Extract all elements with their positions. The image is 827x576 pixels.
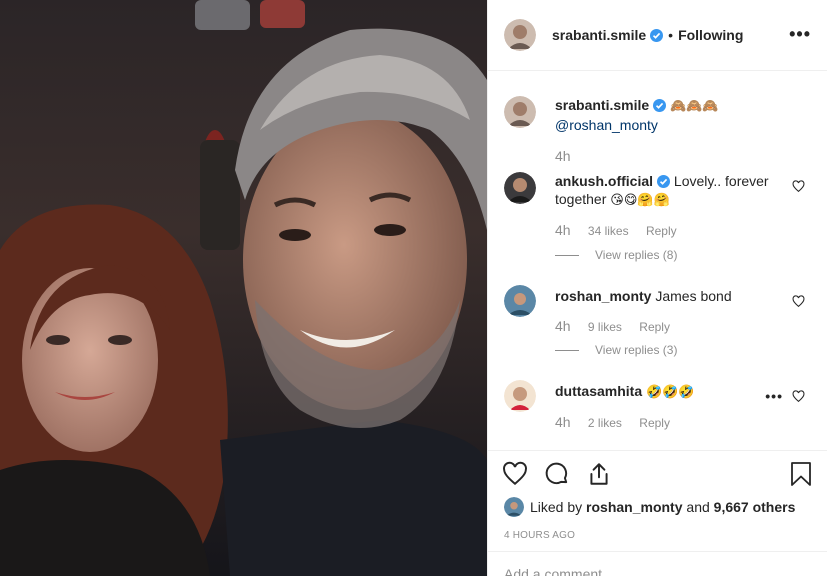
caption-avatar[interactable]	[504, 96, 536, 128]
liked-by-prefix: Liked by	[530, 499, 583, 515]
post-header: srabanti.smile • Following •••	[488, 0, 827, 71]
caption-username[interactable]: srabanti.smile	[555, 97, 649, 113]
view-replies-label: View replies (8)	[595, 248, 678, 262]
small-heart-icon[interactable]	[792, 295, 805, 308]
action-bar	[502, 461, 813, 489]
comment-meta: 4h 2 likes Reply	[555, 414, 684, 430]
post-detail-panel: srabanti.smile • Following ••• srabanti.…	[487, 0, 827, 576]
author-username[interactable]: srabanti.smile	[552, 27, 646, 43]
comment-meta: 4h 9 likes Reply	[555, 318, 684, 334]
comment-likes[interactable]: 34 likes	[588, 224, 629, 238]
view-replies-button[interactable]: View replies (3)	[555, 343, 677, 357]
comment-username[interactable]: duttasamhita	[555, 383, 642, 399]
liked-by-and: and	[686, 499, 710, 515]
view-replies-button[interactable]: View replies (8)	[555, 248, 677, 262]
comment-time[interactable]: 4h	[555, 318, 571, 334]
comment-likes[interactable]: 2 likes	[588, 416, 622, 430]
caption-text: srabanti.smile 🙈🙈🙈 @roshan_monty	[555, 96, 783, 134]
comment-time[interactable]: 4h	[555, 222, 571, 238]
comment-emojis: 🤣🤣🤣	[646, 385, 695, 400]
caption-emojis: 🙈🙈🙈	[670, 99, 719, 114]
bookmark-icon[interactable]	[789, 461, 813, 487]
comment-meta: 4h 34 likes Reply	[555, 222, 691, 238]
verified-badge-icon	[653, 99, 667, 112]
speech-bubble-icon[interactable]	[544, 461, 570, 487]
comment-message: James bond	[655, 288, 732, 304]
reply-button[interactable]: Reply	[639, 320, 670, 334]
comment-ankush: ankush.official Lovely.. forever togethe…	[504, 172, 811, 267]
comment-duttasamhita: duttasamhita 🤣🤣🤣 ••• 4h 2 likes Reply	[504, 380, 811, 440]
comment-text: ankush.official Lovely.. forever togethe…	[555, 172, 783, 210]
reply-button[interactable]: Reply	[639, 416, 670, 430]
author-avatar[interactable]	[504, 19, 536, 51]
liked-by: Liked by roshan_monty and 9,667 others	[504, 497, 795, 517]
verified-badge-icon	[650, 28, 664, 42]
replies-divider	[555, 349, 579, 351]
comment-username[interactable]: ankush.official	[555, 173, 653, 189]
liked-by-others[interactable]: 9,667 others	[714, 499, 796, 515]
caption-meta: 4h	[555, 148, 585, 164]
reply-button[interactable]: Reply	[646, 224, 677, 238]
comment-text: roshan_monty James bond	[555, 287, 783, 305]
comment-likes[interactable]: 9 likes	[588, 320, 622, 334]
header-separator: •	[668, 27, 674, 43]
comment-avatar[interactable]	[504, 285, 536, 317]
comment-avatar[interactable]	[504, 172, 536, 204]
comment-avatar[interactable]	[504, 380, 536, 412]
liked-by-avatar[interactable]	[504, 497, 524, 517]
caption-time[interactable]: 4h	[555, 148, 571, 164]
replies-divider	[555, 254, 579, 256]
comment-text: duttasamhita 🤣🤣🤣	[555, 382, 783, 402]
comments-list[interactable]: srabanti.smile 🙈🙈🙈 @roshan_monty 4h anku…	[488, 72, 827, 450]
small-heart-icon[interactable]	[792, 390, 805, 403]
verified-badge-icon	[657, 175, 671, 188]
small-heart-icon[interactable]	[792, 180, 805, 193]
post-actions: Liked by roshan_monty and 9,667 others 4…	[488, 450, 827, 576]
following-button[interactable]: Following	[678, 27, 743, 43]
view-replies-label: View replies (3)	[595, 343, 678, 357]
comment-roshan: roshan_monty James bond 4h 9 likes Reply…	[504, 285, 811, 365]
caption: srabanti.smile 🙈🙈🙈 @roshan_monty 4h	[504, 96, 811, 166]
comment-username[interactable]: roshan_monty	[555, 288, 651, 304]
heart-outline-icon[interactable]	[502, 461, 528, 487]
post-timestamp[interactable]: 4 HOURS AGO	[504, 530, 575, 541]
post-photo[interactable]	[0, 0, 487, 576]
liked-by-user[interactable]: roshan_monty	[586, 499, 682, 515]
add-comment-field[interactable]: Add a comment…	[488, 551, 827, 576]
comment-emojis: 😘😋🤗🤗	[610, 193, 670, 208]
post-photo-image	[0, 0, 487, 576]
share-icon[interactable]	[586, 461, 612, 487]
comment-time[interactable]: 4h	[555, 414, 571, 430]
more-options-icon[interactable]: •••	[789, 25, 811, 43]
caption-mention[interactable]: @roshan_monty	[555, 117, 658, 133]
comment-more-icon[interactable]: •••	[765, 388, 783, 404]
